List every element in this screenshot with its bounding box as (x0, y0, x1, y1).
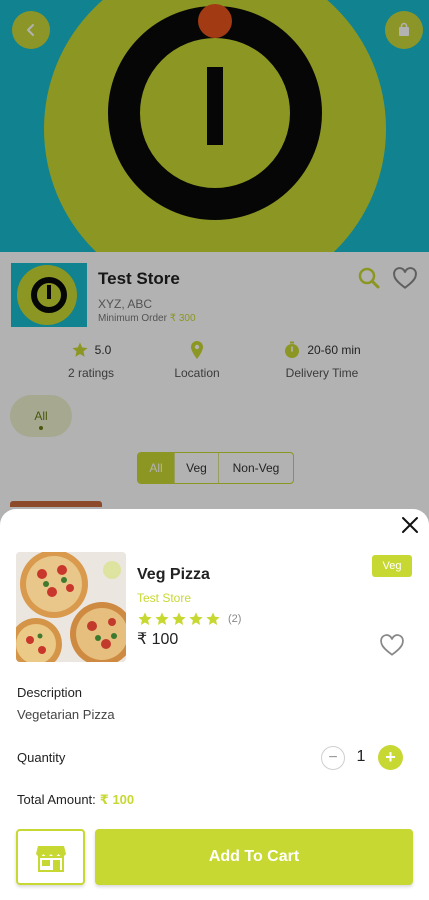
favorite-item-button[interactable] (379, 633, 405, 659)
pizza-image (16, 552, 126, 662)
item-rating: (2) (137, 611, 241, 627)
item-bottom-sheet: Veg Pizza Test Store (2) ₹ 100 Veg Descr… (0, 509, 429, 900)
item-store-name: Test Store (137, 591, 192, 605)
star-icon (138, 612, 152, 625)
quantity-label: Quantity (17, 750, 66, 765)
total-label: Total Amount: (17, 792, 96, 807)
quantity-value: 1 (356, 748, 366, 765)
total-amount: Total Amount: ₹ 100 (17, 792, 134, 808)
star-icon (172, 612, 186, 625)
star-icon (189, 612, 203, 625)
item-rating-count: (2) (228, 613, 242, 625)
close-icon (402, 517, 418, 533)
quantity-increase-button[interactable]: + (378, 745, 403, 770)
description-label: Description (17, 685, 83, 700)
visit-store-button[interactable] (16, 829, 85, 885)
heart-icon (380, 634, 404, 656)
item-image (16, 552, 126, 662)
item-name: Veg Pizza (137, 566, 210, 583)
close-button[interactable] (399, 514, 421, 536)
total-value: ₹ 100 (99, 792, 135, 807)
add-to-cart-button[interactable]: Add To Cart (95, 829, 413, 885)
description-text: Vegetarian Pizza (17, 707, 115, 722)
plus-icon: + (385, 747, 396, 767)
star-icon (155, 612, 169, 625)
veg-badge: Veg (372, 555, 412, 577)
storefront-icon (35, 846, 66, 872)
star-icon (206, 612, 220, 625)
quantity-decrease-button[interactable]: − (321, 746, 345, 770)
item-price: ₹ 100 (137, 631, 179, 648)
minus-icon: − (328, 749, 338, 766)
